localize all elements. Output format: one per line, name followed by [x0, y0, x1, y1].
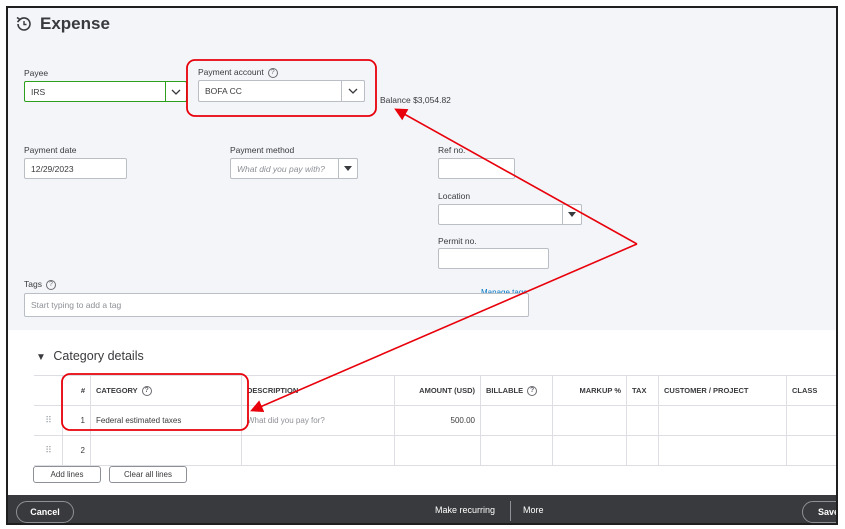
- more-button[interactable]: More: [523, 505, 544, 515]
- tags-placeholder: Start typing to add a tag: [31, 300, 122, 310]
- help-icon[interactable]: ?: [141, 385, 152, 396]
- col-amount: AMOUNT (USD): [394, 376, 480, 405]
- payee-dropdown[interactable]: [165, 81, 187, 102]
- ref-no-field[interactable]: [438, 158, 515, 179]
- tags-label-text: Tags: [24, 279, 42, 289]
- tags-label: Tags?: [24, 279, 56, 290]
- tags-input[interactable]: Start typing to add a tag: [24, 293, 529, 317]
- footer-bar: Cancel Make recurring More Save: [8, 495, 836, 523]
- chevron-down-icon: [171, 89, 181, 95]
- expense-window: Expense Payee IRS Payment account? BOFA …: [6, 6, 838, 525]
- row-category[interactable]: Federal estimated taxes: [90, 406, 241, 435]
- col-category-text: CATEGORY: [96, 386, 138, 395]
- form-header-area: Expense Payee IRS Payment account? BOFA …: [8, 8, 836, 330]
- col-billable-text: BILLABLE: [486, 386, 524, 395]
- payment-date-label: Payment date: [24, 145, 77, 155]
- payment-method-label: Payment method: [230, 145, 295, 155]
- help-icon[interactable]: ?: [45, 279, 56, 290]
- row-number: 1: [62, 406, 90, 435]
- caret-down-icon: [568, 212, 576, 217]
- clear-all-lines-button[interactable]: Clear all lines: [109, 466, 187, 483]
- col-class: CLASS: [786, 376, 836, 405]
- row-amount[interactable]: 500.00: [394, 406, 480, 435]
- save-button[interactable]: Save: [802, 501, 836, 523]
- account-balance: Balance $3,054.82: [380, 95, 451, 105]
- payment-account-label-text: Payment account: [198, 67, 264, 77]
- payment-method-dropdown[interactable]: [338, 158, 358, 179]
- col-number: #: [62, 376, 90, 405]
- footer-divider: [510, 501, 511, 521]
- permit-no-label: Permit no.: [438, 236, 477, 246]
- row-tax[interactable]: [626, 406, 658, 435]
- category-details-title: Category details: [53, 349, 144, 363]
- table-row[interactable]: ⠿ 2: [34, 436, 836, 466]
- chevron-down-icon: [348, 88, 358, 94]
- col-tax: TAX: [626, 376, 658, 405]
- payment-method-placeholder: What did you pay with?: [237, 163, 325, 174]
- col-markup: MARKUP %: [552, 376, 626, 405]
- location-field[interactable]: [438, 204, 582, 225]
- help-icon[interactable]: ?: [527, 385, 538, 396]
- row-billable[interactable]: [480, 436, 552, 465]
- drag-handle-icon[interactable]: ⠿: [34, 406, 62, 435]
- payee-field[interactable]: IRS: [24, 81, 187, 102]
- payment-account-field[interactable]: BOFA CC: [198, 80, 365, 102]
- add-lines-button[interactable]: Add lines: [33, 466, 101, 483]
- page-title: Expense: [40, 14, 110, 33]
- expense-clock-icon: [16, 16, 31, 31]
- row-class[interactable]: [786, 406, 836, 435]
- help-icon[interactable]: ?: [267, 67, 278, 78]
- table-header-row: # CATEGORY? DESCRIPTION AMOUNT (USD) BIL…: [34, 375, 836, 406]
- caret-down-icon: [344, 166, 352, 171]
- row-markup[interactable]: [552, 406, 626, 435]
- row-number: 2: [62, 436, 90, 465]
- location-dropdown[interactable]: [562, 204, 582, 225]
- payment-date-value: 12/29/2023: [31, 163, 74, 174]
- payment-date-field[interactable]: 12/29/2023: [24, 158, 127, 179]
- payment-account-dropdown[interactable]: [341, 80, 365, 102]
- permit-no-field[interactable]: [438, 248, 549, 269]
- row-billable[interactable]: [480, 406, 552, 435]
- row-amount[interactable]: [394, 436, 480, 465]
- row-category[interactable]: [90, 436, 241, 465]
- row-description[interactable]: What did you pay for?: [241, 406, 394, 435]
- col-customer-project: CUSTOMER / PROJECT: [658, 376, 786, 405]
- ref-no-label: Ref no.: [438, 145, 466, 155]
- payee-value: IRS: [31, 86, 46, 97]
- row-tax[interactable]: [626, 436, 658, 465]
- payment-account-label: Payment account?: [198, 67, 278, 78]
- collapse-triangle-icon: ▼: [36, 352, 46, 363]
- payment-method-field[interactable]: What did you pay with?: [230, 158, 358, 179]
- payee-label: Payee: [24, 68, 49, 78]
- col-description: DESCRIPTION: [241, 376, 394, 405]
- table-row[interactable]: ⠿ 1 Federal estimated taxes What did you…: [34, 406, 836, 436]
- row-customer-project[interactable]: [658, 436, 786, 465]
- make-recurring-button[interactable]: Make recurring: [435, 505, 495, 515]
- row-customer-project[interactable]: [658, 406, 786, 435]
- row-class[interactable]: [786, 436, 836, 465]
- payment-account-value: BOFA CC: [205, 86, 242, 96]
- cancel-button[interactable]: Cancel: [16, 501, 74, 523]
- category-details-header[interactable]: ▼ Category details: [36, 349, 144, 363]
- location-label: Location: [438, 191, 471, 201]
- row-description[interactable]: [241, 436, 394, 465]
- drag-handle-icon[interactable]: ⠿: [34, 436, 62, 465]
- col-billable: BILLABLE?: [480, 376, 552, 405]
- col-category: CATEGORY?: [90, 376, 241, 405]
- row-markup[interactable]: [552, 436, 626, 465]
